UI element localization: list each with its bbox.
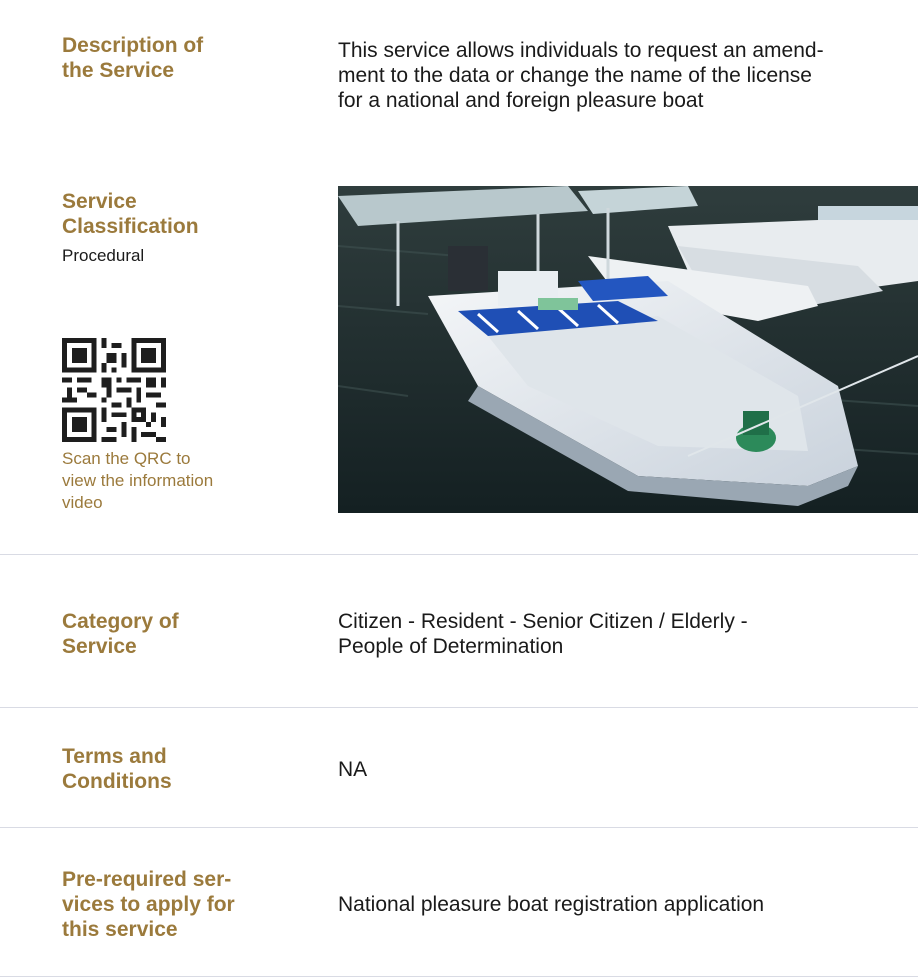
qr-caption-line: Scan the QRC to xyxy=(62,449,191,468)
terms-label-line: Terms and xyxy=(62,745,167,768)
divider xyxy=(0,827,918,828)
classification-label-line: Classification xyxy=(62,215,199,238)
description-label-line: Description of xyxy=(62,34,204,57)
divider xyxy=(0,707,918,708)
qr-caption-line: view the information xyxy=(62,471,214,490)
terms-value: NA xyxy=(338,758,368,781)
terms-label-line: Conditions xyxy=(62,770,172,793)
divider xyxy=(0,976,918,977)
classification-label: Service Classification xyxy=(62,189,199,239)
qr-caption: Scan the QRC to view the information vid… xyxy=(62,448,213,514)
boat-photo xyxy=(338,186,918,513)
prerequired-value: National pleasure boat registration appl… xyxy=(338,893,765,916)
divider xyxy=(0,554,918,555)
description-text-line: ment to the data or change the name of t… xyxy=(338,64,812,87)
category-text-line: People of Determination xyxy=(338,635,564,658)
boat-photo-illustration xyxy=(338,186,918,513)
description-text-line: for a national and foreign pleasure boat xyxy=(338,89,704,112)
category-text-line: Citizen - Resident - Senior Citizen / El… xyxy=(338,610,748,633)
classification-label-line: Service xyxy=(62,190,137,213)
qr-caption-line: video xyxy=(62,493,103,512)
prerequired-label-line: Pre-required ser- xyxy=(62,868,232,891)
prerequired-label: Pre-required ser- vices to apply for thi… xyxy=(62,867,235,942)
prerequired-label-line: this service xyxy=(62,918,178,941)
terms-label: Terms and Conditions xyxy=(62,744,172,794)
description-label-line: the Service xyxy=(62,59,175,82)
description-text: This service allows individuals to reque… xyxy=(338,38,824,113)
prerequired-label-line: vices to apply for xyxy=(62,893,235,916)
category-text: Citizen - Resident - Senior Citizen / El… xyxy=(338,609,748,659)
qr-code-icon[interactable] xyxy=(62,338,166,442)
description-text-line: This service allows individuals to reque… xyxy=(338,39,824,62)
classification-value: Procedural xyxy=(62,246,145,265)
description-label: Description of the Service xyxy=(62,33,203,83)
category-label-line: Service xyxy=(62,635,137,658)
category-label: Category of Service xyxy=(62,609,179,659)
category-label-line: Category of xyxy=(62,610,179,633)
